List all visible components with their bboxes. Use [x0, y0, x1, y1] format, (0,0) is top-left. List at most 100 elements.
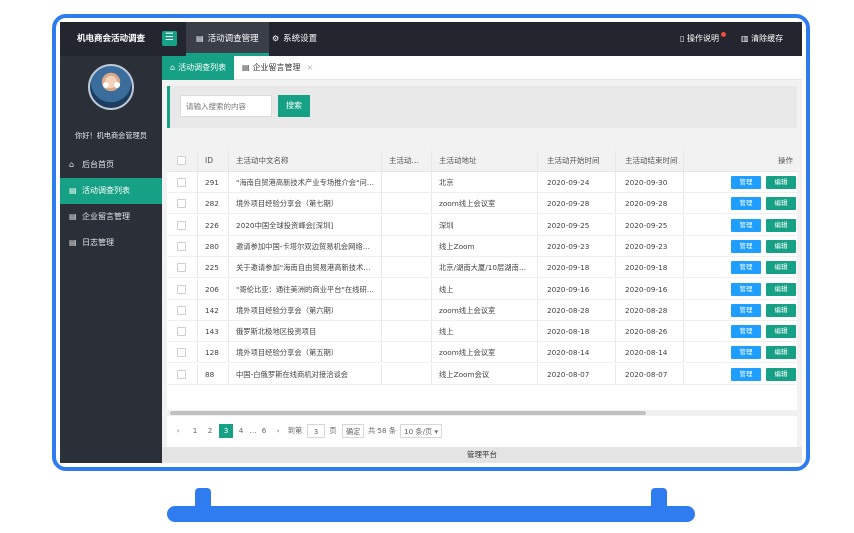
- cell-id: 225: [205, 263, 219, 273]
- search-button[interactable]: 搜索: [278, 95, 310, 117]
- row-checkbox[interactable]: [177, 241, 186, 251]
- edit-button[interactable]: 编辑: [766, 325, 796, 339]
- sidebar-item-label: 活动调查列表: [82, 186, 130, 195]
- data-table: ID 主活动中文名称 主活动… 主活动地址 主活动开始时间 主活动结束时间 操作: [167, 150, 797, 450]
- edit-button[interactable]: 编辑: [766, 239, 796, 253]
- column-divider: [228, 214, 229, 235]
- column-divider: [431, 257, 432, 278]
- row-checkbox[interactable]: [177, 305, 186, 315]
- column-divider: [197, 235, 198, 256]
- clear-cache-label: 清除缓存: [751, 34, 784, 43]
- help-link[interactable]: ▯ 操作说明: [680, 22, 726, 56]
- manage-button[interactable]: 管理: [731, 303, 761, 317]
- manage-button[interactable]: 管理: [731, 176, 761, 189]
- help-label: 操作说明: [686, 34, 719, 43]
- sidebar-item-home[interactable]: ⌂ 后台首页: [60, 152, 162, 178]
- cell-id: 291: [205, 178, 219, 187]
- column-header-id: ID: [205, 156, 213, 165]
- search-input[interactable]: [180, 95, 272, 117]
- cell-name: "海南自贸港高新技术产业专场推介会"问…: [236, 178, 375, 187]
- cell-address: 线上: [439, 327, 454, 337]
- column-divider: [431, 363, 432, 384]
- row-checkbox[interactable]: [177, 263, 186, 273]
- sidebar-item-logs[interactable]: ▤ 日志管理: [60, 230, 162, 256]
- column-divider: [615, 235, 616, 256]
- edit-button[interactable]: 编辑: [766, 197, 796, 211]
- cell-start: 2020-08-28: [547, 305, 590, 315]
- tab-survey-list[interactable]: ⌂ 活动调查列表: [162, 56, 235, 80]
- select-all-checkbox[interactable]: [177, 156, 186, 165]
- page-size-select[interactable]: 10 条/页 ▾: [400, 424, 443, 438]
- pagination-next-icon[interactable]: ›: [273, 424, 283, 438]
- column-divider: [381, 363, 382, 384]
- edit-button[interactable]: 编辑: [766, 282, 796, 296]
- pagination-page[interactable]: 2: [204, 424, 216, 438]
- page-tab-bar: ⌂ 活动调查列表 ▤ 企业留言管理 ×: [162, 56, 802, 80]
- row-checkbox[interactable]: [177, 199, 186, 209]
- edit-button[interactable]: 编辑: [766, 176, 796, 189]
- search-panel: 搜索: [167, 86, 797, 128]
- horizontal-scrollbar[interactable]: [167, 410, 797, 416]
- column-divider: [381, 299, 382, 320]
- manage-button[interactable]: 管理: [731, 367, 761, 381]
- edit-button[interactable]: 编辑: [766, 367, 796, 381]
- cell-short: [389, 342, 427, 362]
- row-checkbox[interactable]: [177, 284, 186, 294]
- pagination-page[interactable]: 1: [189, 424, 201, 438]
- column-divider: [381, 150, 382, 171]
- row-checkbox[interactable]: [177, 369, 186, 379]
- cell-address: 线上Zoom会议: [439, 369, 490, 379]
- cell-name: 中国-白俄罗斯在线商机对接洽谈会: [236, 369, 349, 379]
- column-divider: [683, 321, 684, 342]
- menu-toggle-icon[interactable]: ☰: [162, 31, 177, 46]
- column-divider: [537, 193, 538, 214]
- column-header-name: 主活动中文名称: [236, 156, 289, 165]
- manage-button[interactable]: 管理: [731, 218, 761, 232]
- row-checkbox[interactable]: [177, 220, 186, 230]
- manage-button[interactable]: 管理: [731, 197, 761, 211]
- manage-button[interactable]: 管理: [731, 261, 761, 275]
- edit-button[interactable]: 编辑: [766, 346, 796, 360]
- scrollbar-thumb[interactable]: [170, 411, 646, 415]
- manage-button[interactable]: 管理: [731, 325, 761, 339]
- pagination-prev-icon[interactable]: ‹: [173, 424, 183, 438]
- sidebar-item-messages[interactable]: ▤ 企业留言管理: [60, 204, 162, 230]
- edit-button[interactable]: 编辑: [766, 303, 796, 317]
- goto-page-input[interactable]: 3: [307, 424, 325, 438]
- column-divider: [197, 193, 198, 214]
- cell-short: [389, 364, 427, 384]
- manage-button[interactable]: 管理: [731, 346, 761, 360]
- cell-short: [389, 321, 427, 341]
- cell-start: 2020-09-24: [547, 178, 590, 187]
- edit-button[interactable]: 编辑: [766, 218, 796, 232]
- pagination-page[interactable]: 6: [259, 424, 269, 438]
- sidebar-item-survey-list[interactable]: ▤ 活动调查列表: [60, 178, 162, 204]
- main-content: ⌂活动调查列表 ▤企业留言管理 × 搜索 ID: [162, 56, 802, 463]
- document-icon: ▤: [69, 186, 77, 195]
- manage-button[interactable]: 管理: [731, 282, 761, 296]
- column-divider: [197, 342, 198, 363]
- monitor-stand-base: [167, 506, 695, 522]
- goto-confirm-button[interactable]: 确定: [342, 424, 365, 438]
- nav-tab-settings[interactable]: ⚙ 系统设置: [262, 22, 327, 56]
- nav-tab-survey[interactable]: ▤ 活动调查管理: [186, 22, 269, 56]
- row-checkbox[interactable]: [177, 348, 186, 358]
- column-divider: [381, 257, 382, 278]
- row-checkbox[interactable]: [177, 178, 186, 187]
- column-divider: [683, 150, 684, 171]
- edit-button[interactable]: 编辑: [766, 261, 796, 275]
- clear-cache-button[interactable]: ▥ 清除缓存: [741, 22, 783, 56]
- pagination-page-current[interactable]: 3: [219, 424, 233, 438]
- document-icon: ▤: [69, 212, 77, 221]
- cell-name: 关于邀请参加"海南自由贸易港高新技术…: [236, 263, 371, 273]
- row-checkbox[interactable]: [177, 327, 186, 337]
- cell-start: 2020-08-14: [547, 348, 590, 358]
- cell-id: 206: [205, 284, 219, 294]
- top-bar: 机电商会活动调查 ☰ ▤ 活动调查管理 ⚙ 系统设置 ▯ 操作说明 ▥ 清除缓存: [60, 22, 802, 56]
- manage-button[interactable]: 管理: [731, 239, 761, 253]
- close-icon[interactable]: ×: [307, 63, 314, 72]
- tab-messages[interactable]: ▤ 企业留言管理 ×: [234, 56, 321, 80]
- pagination-page[interactable]: 4: [235, 424, 247, 438]
- column-divider: [431, 214, 432, 235]
- table-row: 291 "海南自贸港高新技术产业专场推介会"问… 北京 2020-09-24 2020-…: [167, 172, 797, 193]
